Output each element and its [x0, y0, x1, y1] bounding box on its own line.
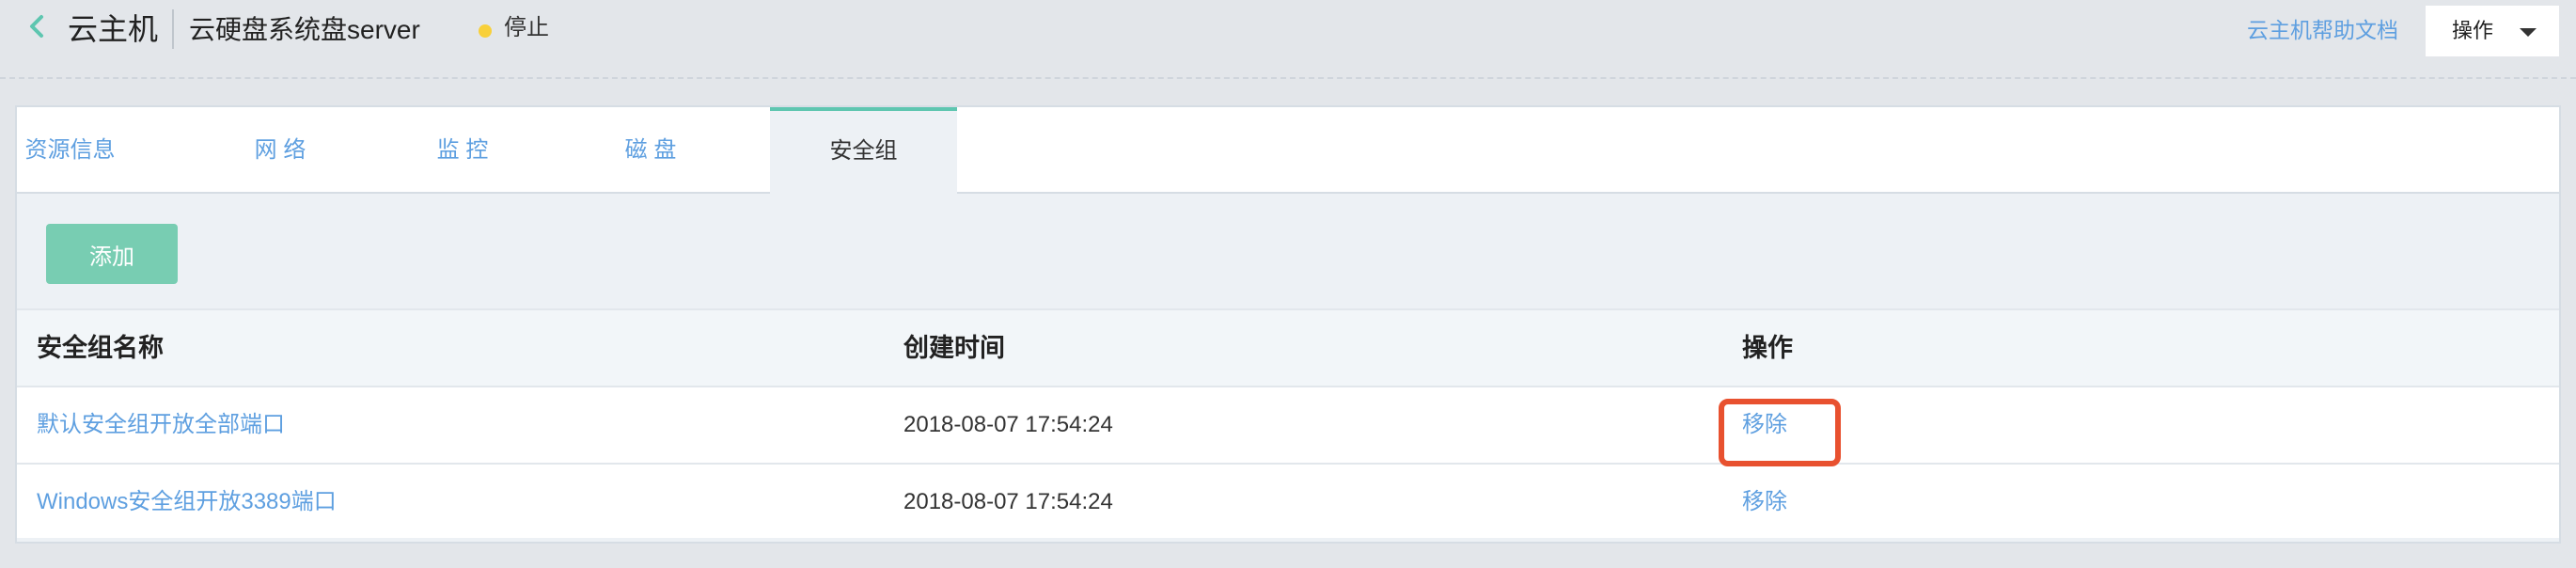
status-dot-icon [479, 24, 492, 38]
back-chevron-left-icon[interactable] [24, 13, 51, 39]
tab-label: 监 控 [436, 137, 489, 163]
tab-disk[interactable]: 磁 盘 [611, 107, 690, 194]
tab-network[interactable]: 网 络 [240, 107, 321, 194]
instance-name: 云硬盘系统盘server [189, 15, 420, 44]
header-name: 安全组名称 [37, 334, 164, 362]
row-actions: 移除 [1742, 465, 1787, 540]
remove-link[interactable]: 移除 [1742, 489, 1787, 514]
title-divider [172, 9, 174, 49]
tab-resource-info[interactable]: 资源信息 [17, 107, 123, 194]
top-bar: 云主机 云硬盘系统盘server 停止 云主机帮助文档 操作 [0, 0, 2576, 79]
table-row: Windows安全组开放3389端口 2018-08-07 17:54:24 移… [17, 463, 2559, 538]
content-panel: 资源信息 网 络 监 控 磁 盘 安全组 添加 安全组名称 创建时间 操作 默认… [15, 105, 2561, 544]
page-title: 云主机 [68, 12, 159, 46]
security-group-name-link[interactable]: 默认安全组开放全部端口 [37, 387, 285, 463]
tab-label: 磁 盘 [624, 137, 677, 163]
tab-security-group[interactable]: 安全组 [770, 107, 957, 196]
operations-dropdown-label: 操作 [2452, 19, 2494, 42]
tab-monitoring[interactable]: 监 控 [423, 107, 502, 194]
back-svg-icon [30, 15, 43, 38]
security-group-name-link[interactable]: Windows安全组开放3389端口 [37, 465, 337, 540]
table-row: 默认安全组开放全部端口 2018-08-07 17:54:24 移除 [17, 386, 2559, 463]
operations-dropdown-button[interactable]: 操作 [2426, 6, 2559, 56]
table-header-row: 安全组名称 创建时间 操作 [17, 308, 2559, 386]
remove-link[interactable]: 移除 [1742, 412, 1787, 437]
tab-label: 安全组 [829, 138, 898, 164]
created-time: 2018-08-07 17:54:24 [903, 412, 1113, 437]
help-docs-link[interactable]: 云主机帮助文档 [2247, 15, 2398, 45]
header-created-time: 创建时间 [903, 334, 1005, 362]
tab-label: 网 络 [254, 137, 306, 163]
header-actions: 操作 [1742, 334, 1793, 362]
add-button[interactable]: 添加 [46, 224, 178, 284]
row-actions: 移除 [1742, 387, 1787, 463]
tab-label: 资源信息 [24, 137, 116, 163]
caret-down-icon [2520, 28, 2537, 37]
status-badge: 停止 [504, 15, 549, 40]
tab-bar: 资源信息 网 络 监 控 磁 盘 安全组 [17, 107, 2559, 196]
created-time: 2018-08-07 17:54:24 [903, 489, 1113, 514]
